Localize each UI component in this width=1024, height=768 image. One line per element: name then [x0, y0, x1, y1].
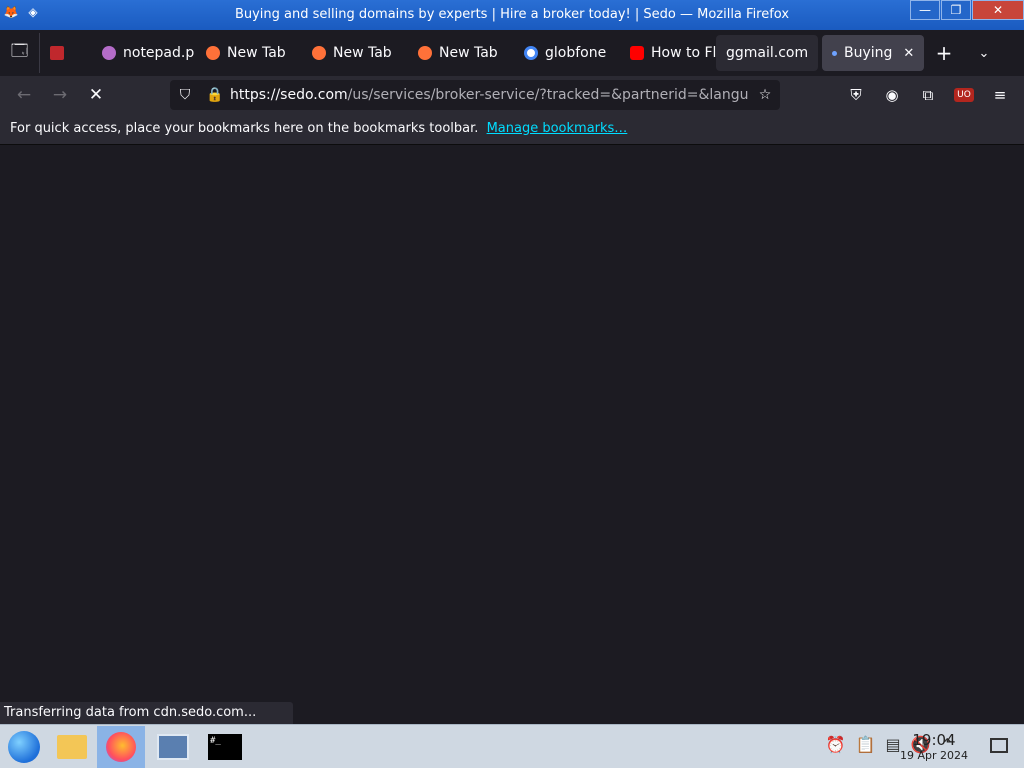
bookmark-star-icon[interactable]: ☆ — [750, 87, 780, 103]
minimize-button[interactable]: — — [910, 0, 940, 20]
extensions-icon[interactable]: ⧉ — [912, 79, 944, 111]
tab-label: New Tab — [227, 45, 286, 61]
notifications-icon[interactable]: ⏰ — [826, 735, 846, 754]
lock-icon[interactable]: 🔒 — [200, 87, 230, 103]
url-domain: https://sedo.com — [230, 87, 348, 103]
youtube-icon — [630, 46, 644, 60]
taskbar-network[interactable] — [149, 726, 197, 768]
url-bar[interactable]: ⛉ 🔒 https://sedo.com/us/services/broker-… — [170, 80, 780, 110]
stop-button[interactable]: ✕ — [78, 79, 114, 111]
tab-strip: 🗔 notepad.p New Tab New Tab New Tab glob… — [0, 30, 1024, 76]
network-settings-icon — [157, 734, 189, 760]
manage-bookmarks-link[interactable]: Manage bookmarks… — [487, 121, 628, 136]
tracking-protection-shield-icon[interactable]: ⛉ — [170, 87, 200, 103]
url-path: /us/services/broker-service/?tracked=&pa… — [347, 87, 749, 103]
page-content — [0, 145, 1024, 724]
new-tab-button[interactable]: + — [924, 41, 964, 65]
status-panel: Transferring data from cdn.sedo.com... — [0, 702, 293, 724]
list-all-tabs-button[interactable]: ⌄ — [964, 46, 1004, 61]
back-button[interactable]: ← — [6, 79, 42, 111]
firefox-view-button[interactable]: 🗔 — [0, 33, 40, 73]
tab-label: notepad.p — [123, 45, 195, 61]
maximize-button[interactable]: ❐ — [941, 0, 971, 20]
tab-new-tab-2[interactable]: New Tab — [302, 35, 408, 71]
windows-start-icon — [8, 731, 40, 763]
tab-pinned[interactable] — [40, 35, 92, 71]
tab-label: How to Fl — [651, 45, 716, 61]
tab-buying-active[interactable]: Buying ✕ — [822, 35, 924, 71]
taskbar: #_ ⏰ 📋 ▤ 🔇 ⌃ 19:04 19 Apr 2024 — [0, 724, 1024, 768]
tab-label: globfone — [545, 45, 607, 61]
window-titlebar: 🦊 ◈ Buying and selling domains by expert… — [0, 0, 1024, 30]
close-button[interactable]: ✕ — [972, 0, 1024, 20]
chevron-down-icon: ⌄ — [978, 45, 990, 61]
tab-youtube[interactable]: How to Fl — [620, 35, 716, 71]
clock-time: 19:04 — [912, 731, 956, 749]
notepad-icon — [102, 46, 116, 60]
navigation-toolbar: ← → ✕ ⛉ 🔒 https://sedo.com/us/services/b… — [0, 76, 1024, 114]
tab-label: New Tab — [439, 45, 498, 61]
tab-label: Buying — [844, 45, 893, 61]
tab-notepad[interactable]: notepad.p — [92, 35, 196, 71]
bookmarks-toolbar: For quick access, place your bookmarks h… — [0, 114, 1024, 145]
terminal-icon: #_ — [208, 734, 242, 760]
firefox-icon — [106, 732, 136, 762]
firefox-icon — [206, 46, 220, 60]
bookmarks-empty-message: For quick access, place your bookmarks h… — [10, 121, 479, 136]
taskbar-file-manager[interactable] — [48, 726, 96, 768]
window-title: Buying and selling domains by experts | … — [234, 7, 790, 22]
taskbar-firefox[interactable] — [97, 726, 145, 768]
close-tab-icon[interactable]: ✕ — [903, 46, 914, 61]
battery-icon[interactable]: ▤ — [886, 735, 901, 754]
account-icon[interactable]: ◉ — [876, 79, 908, 111]
tab-label: New Tab — [333, 45, 392, 61]
stop-icon: ✕ — [88, 85, 104, 105]
tab-label: ggmail.com — [726, 45, 809, 61]
clock-date: 19 Apr 2024 — [899, 749, 968, 762]
forward-button[interactable]: → — [42, 79, 78, 111]
taskbar-terminal[interactable]: #_ — [201, 726, 249, 768]
pocket-icon[interactable]: ⛨ — [840, 79, 872, 111]
tab-globfone[interactable]: globfone — [514, 35, 620, 71]
system-clock[interactable]: 19:04 19 Apr 2024 — [900, 731, 968, 762]
firefox-icon — [312, 46, 326, 60]
folder-icon — [57, 735, 87, 759]
google-icon — [524, 46, 538, 60]
tab-new-tab-3[interactable]: New Tab — [408, 35, 514, 71]
firefox-icon — [418, 46, 432, 60]
ublock-origin-icon[interactable]: UO — [948, 79, 980, 111]
url-text[interactable]: https://sedo.com/us/services/broker-serv… — [230, 87, 750, 103]
firefox-view-icon: 🗔 — [10, 40, 29, 60]
tab-ggmail[interactable]: ggmail.com — [716, 35, 818, 71]
start-button[interactable] — [0, 726, 48, 768]
arrow-left-icon: ← — [16, 85, 32, 105]
show-desktop-icon[interactable] — [990, 738, 1008, 753]
loading-dot-icon — [832, 50, 837, 56]
pinned-site-icon — [50, 46, 64, 60]
hamburger-menu-icon[interactable]: ≡ — [984, 79, 1016, 111]
tab-new-tab-1[interactable]: New Tab — [196, 35, 302, 71]
arrow-right-icon: → — [52, 85, 68, 105]
clipboard-icon[interactable]: 📋 — [856, 735, 876, 754]
